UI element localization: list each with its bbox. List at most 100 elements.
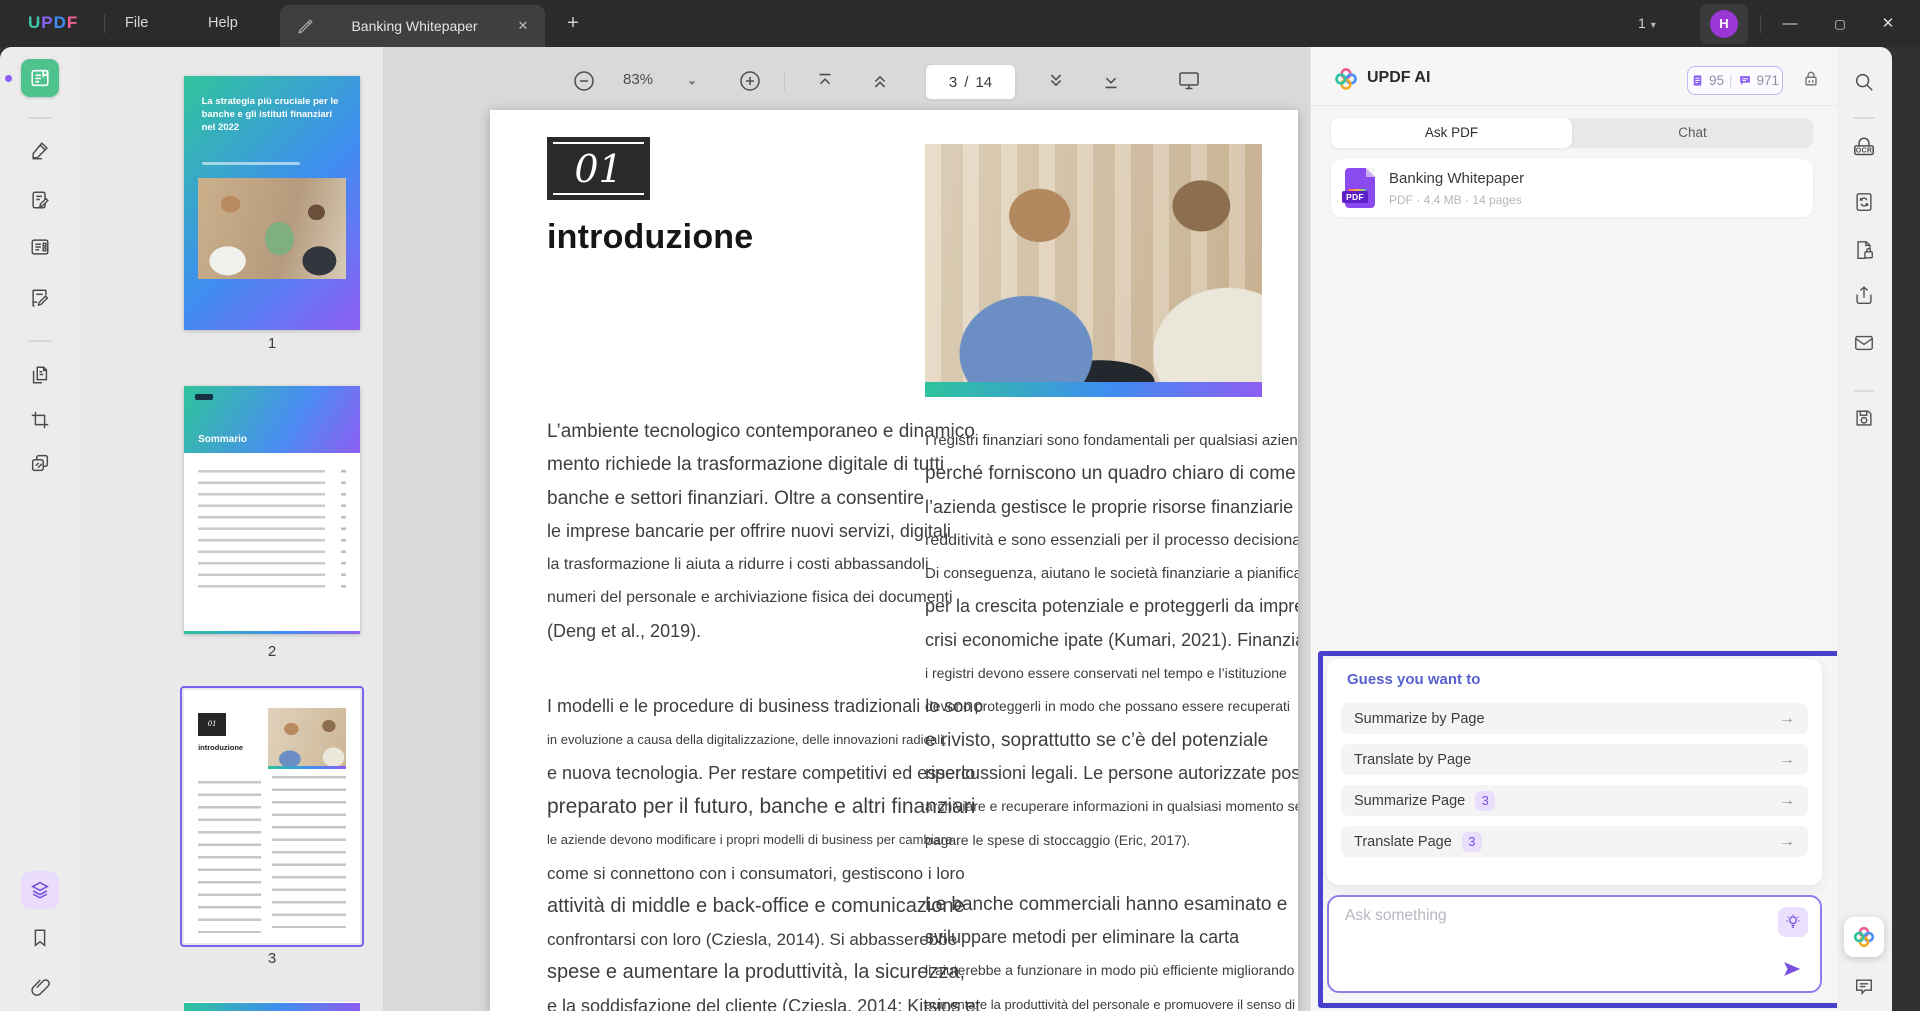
feedback-bubble-icon — [1853, 976, 1875, 998]
suggestion-label: Translate by Page — [1354, 752, 1471, 768]
thumb1-photo — [198, 178, 346, 280]
sidebar-sign-button[interactable] — [21, 279, 59, 317]
document-tab[interactable]: Banking Whitepaper ✕ — [280, 5, 545, 47]
ai-tabs: Ask PDF Chat — [1331, 118, 1813, 148]
pdf-page[interactable]: 01 introduzione L’ambiente tecnologico c… — [490, 110, 1298, 1011]
bookmark-icon — [29, 927, 51, 949]
thumbnail-label-3: 3 — [184, 950, 360, 967]
main-content: La strategia più cruciale per le banche … — [0, 47, 1892, 1011]
feedback-button[interactable] — [1850, 973, 1878, 1001]
sidebar-comment-button[interactable] — [21, 131, 59, 169]
sidebar-crop-button[interactable] — [21, 401, 59, 439]
text-line: I registri finanziari sono fondamentali … — [925, 424, 1280, 457]
text-line: I modelli e le procedure di business tra… — [547, 690, 912, 723]
suggestion-translate-by-page[interactable]: Translate by Page → — [1341, 744, 1808, 775]
tab-chat[interactable]: Chat — [1572, 118, 1813, 148]
text-line: mento richiede la trasformazione digital… — [547, 448, 912, 481]
lock-icon[interactable] — [1801, 69, 1821, 89]
crop-icon — [29, 409, 51, 431]
go-to-top-icon — [814, 70, 836, 92]
share-button[interactable] — [1850, 281, 1878, 309]
thumbnail-label-2: 2 — [184, 643, 360, 660]
close-button[interactable]: ✕ — [1872, 8, 1904, 40]
tab-close-icon[interactable]: ✕ — [513, 16, 533, 36]
zoom-in-button[interactable] — [736, 67, 764, 95]
thumbnail-panel: La strategia più cruciale per le banche … — [80, 47, 384, 1011]
previous-page-button[interactable] — [866, 67, 894, 95]
text-line: Di conseguenza, aiutano le società finan… — [925, 557, 1280, 590]
thumb1-subtitle-bar — [202, 162, 301, 165]
protect-button[interactable] — [1850, 236, 1878, 264]
thumbnail-page-2[interactable]: Sommario — [184, 386, 360, 634]
sidebar-bookmarks-button[interactable] — [21, 919, 59, 957]
updf-ai-clover-icon — [1852, 925, 1876, 949]
text-line: (Deng et al., 2019). — [547, 615, 912, 648]
pdf-fold — [1366, 168, 1375, 177]
suggestion-translate-page[interactable]: Translate Page 3 → — [1341, 826, 1808, 857]
minimize-button[interactable]: — — [1774, 8, 1806, 40]
send-button[interactable] — [1778, 955, 1806, 983]
document-credit-icon — [1691, 74, 1704, 87]
page-number-box[interactable]: 3 / 14 — [925, 64, 1016, 100]
menu-help[interactable]: Help — [194, 0, 252, 47]
sidebar-organize-pages-button[interactable] — [21, 356, 59, 394]
divider — [1311, 105, 1838, 106]
page-current[interactable]: 3 — [949, 74, 957, 91]
save-button[interactable] — [1850, 404, 1878, 432]
ai-assistant-button[interactable] — [1844, 917, 1884, 957]
sidebar-reader-button[interactable] — [21, 59, 59, 97]
thumbnail-label-1: 1 — [184, 335, 360, 352]
sidebar-forms-button[interactable] — [21, 228, 59, 266]
right-text-column: I registri finanziari sono fondamentali … — [925, 424, 1280, 1011]
credit-separator: | — [1729, 73, 1733, 88]
suggestion-summarize-page[interactable]: Summarize Page 3 → — [1341, 785, 1808, 816]
presentation-mode-button[interactable] — [1174, 66, 1204, 94]
doc-credit-count: 95 — [1709, 73, 1724, 88]
zoom-dropdown-button[interactable] — [684, 69, 700, 97]
zoom-out-button[interactable] — [570, 67, 598, 95]
thumbnail-page-4[interactable] — [184, 1003, 360, 1011]
double-chevron-up-icon — [869, 70, 891, 92]
divider — [1853, 390, 1875, 392]
text-line: e nuova tecnologia. Per restare competit… — [547, 757, 912, 790]
text-line: li aiuterebbe a funzionare in modo più e… — [925, 954, 1280, 987]
text-line: banche e settori finanziari. Oltre a con… — [547, 482, 912, 515]
file-card[interactable]: PDF Banking Whitepaper PDF · 4.4 MB · 14… — [1331, 159, 1813, 217]
window-count-dropdown[interactable]: 1▾ — [1638, 0, 1656, 47]
svg-text:OCR: OCR — [1856, 147, 1873, 154]
ocr-button[interactable]: OCR — [1850, 134, 1878, 162]
pages-icon — [29, 364, 51, 386]
suggestion-label: Summarize Page — [1354, 793, 1465, 809]
account-button[interactable]: H — [1700, 4, 1748, 44]
suggestion-summarize-by-page[interactable]: Summarize by Page → — [1341, 703, 1808, 734]
search-button[interactable] — [1850, 68, 1878, 96]
sidebar-attachments-button[interactable] — [21, 968, 59, 1006]
maximize-button[interactable]: ▢ — [1824, 8, 1856, 40]
divider — [1853, 117, 1875, 119]
zoom-level: 83% — [611, 71, 665, 88]
reader-icon — [29, 67, 51, 89]
next-page-button[interactable] — [1042, 67, 1070, 95]
ai-credits-badge[interactable]: 95 | 971 — [1687, 66, 1783, 95]
email-button[interactable] — [1850, 329, 1878, 357]
arrow-right-icon: → — [1779, 710, 1795, 728]
chapter-number-box: 01 — [547, 137, 650, 200]
sidebar-watermark-button[interactable] — [21, 444, 59, 482]
last-page-button[interactable] — [1097, 67, 1125, 95]
ask-input[interactable] — [1343, 905, 1777, 987]
first-page-button[interactable] — [811, 67, 839, 95]
thumbnail-page-1[interactable]: La strategia più cruciale per le banche … — [184, 76, 360, 330]
thumb2-page-numbers — [341, 470, 346, 594]
convert-button[interactable] — [1850, 188, 1878, 216]
menu-file[interactable]: File — [111, 0, 162, 47]
thumbnail-page-3[interactable]: 01 introduzione — [184, 690, 360, 943]
tab-ask-pdf[interactable]: Ask PDF — [1331, 118, 1572, 148]
text-line: le imprese bancarie per offrire nuovi se… — [547, 515, 912, 548]
sidebar-thumbnails-button[interactable] — [21, 871, 59, 909]
sidebar-edit-button[interactable] — [21, 181, 59, 219]
thumbnail-selection-frame: 01 introduzione — [180, 686, 364, 947]
new-tab-button[interactable]: + — [560, 11, 586, 37]
prompt-ideas-button[interactable] — [1778, 907, 1808, 937]
suggestion-label: Summarize by Page — [1354, 711, 1485, 727]
text-line: ripercussioni legali. Le persone autoriz… — [925, 757, 1280, 790]
